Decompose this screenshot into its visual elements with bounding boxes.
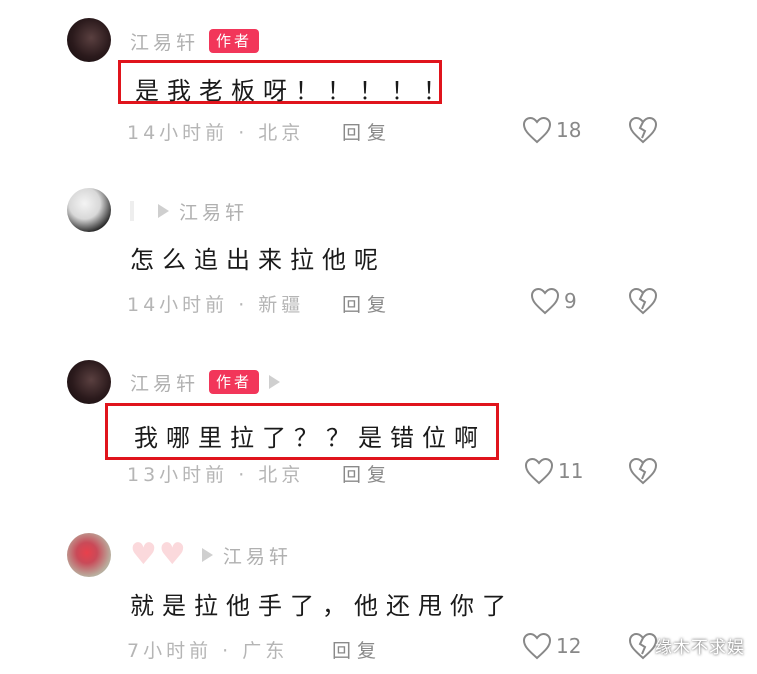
comment-header: ♥ ♥ 江易轩 <box>130 537 292 572</box>
comment-meta: 14小时前 · 北京 <box>127 122 305 144</box>
dislike-button[interactable] <box>628 457 658 489</box>
reply-button[interactable]: 回复 <box>332 636 382 663</box>
username[interactable]: 江易轩 <box>130 369 199 396</box>
avatar[interactable] <box>67 18 111 62</box>
comment-header: 江易轩 作者 <box>130 368 281 396</box>
reply-button[interactable]: 回复 <box>342 118 392 145</box>
author-badge: 作者 <box>209 370 260 394</box>
hearts-decoration: ♥ ♥ <box>130 537 186 572</box>
broken-heart-icon <box>628 287 658 315</box>
comment-text: 就是拉他手了，他还甩你了 <box>130 592 514 620</box>
broken-heart-icon <box>628 632 658 660</box>
broken-heart-icon <box>628 116 658 144</box>
comment-text: 是我老板呀！！！！！ <box>118 60 447 105</box>
username[interactable]: 江易轩 <box>223 542 292 569</box>
comment-text: 怎么追出来拉他呢 <box>130 246 386 274</box>
divider <box>130 201 134 221</box>
comment-header: 江易轩 <box>130 197 248 225</box>
comment-header: 江易轩 作者 <box>130 27 260 55</box>
avatar[interactable] <box>67 188 111 232</box>
heart-outline-icon <box>522 116 552 144</box>
dislike-button[interactable] <box>628 116 658 148</box>
username[interactable]: 江易轩 <box>130 28 199 55</box>
comment-meta: 13小时前 · 北京 <box>127 464 305 486</box>
like-count: 18 <box>556 118 582 142</box>
play-arrow-icon <box>158 204 169 218</box>
like-button[interactable]: 18 <box>522 116 581 144</box>
avatar[interactable] <box>67 360 111 404</box>
comment-meta: 14小时前 · 新疆 <box>127 294 305 316</box>
play-arrow-icon <box>269 375 281 389</box>
watermark: 缘木不求娱 <box>655 638 745 658</box>
broken-heart-icon <box>628 457 658 485</box>
like-button[interactable]: 11 <box>524 457 583 485</box>
like-count: 12 <box>556 634 582 658</box>
like-count: 11 <box>558 459 584 483</box>
like-count: 9 <box>564 289 577 313</box>
comment-text: 我哪里拉了？？是错位啊 <box>105 403 499 460</box>
heart-outline-icon <box>530 287 560 315</box>
reply-button[interactable]: 回复 <box>342 290 392 317</box>
heart-outline-icon <box>522 632 552 660</box>
like-button[interactable]: 9 <box>530 287 577 315</box>
heart-outline-icon <box>524 457 554 485</box>
play-arrow-icon <box>201 548 213 562</box>
dislike-button[interactable] <box>628 287 658 319</box>
username[interactable]: 江易轩 <box>179 198 248 225</box>
author-badge: 作者 <box>209 29 260 53</box>
avatar[interactable] <box>67 533 111 577</box>
reply-button[interactable]: 回复 <box>342 460 392 487</box>
comment-meta: 7小时前 · 广东 <box>127 640 289 662</box>
like-button[interactable]: 12 <box>522 632 581 660</box>
dislike-button[interactable] <box>628 632 658 664</box>
